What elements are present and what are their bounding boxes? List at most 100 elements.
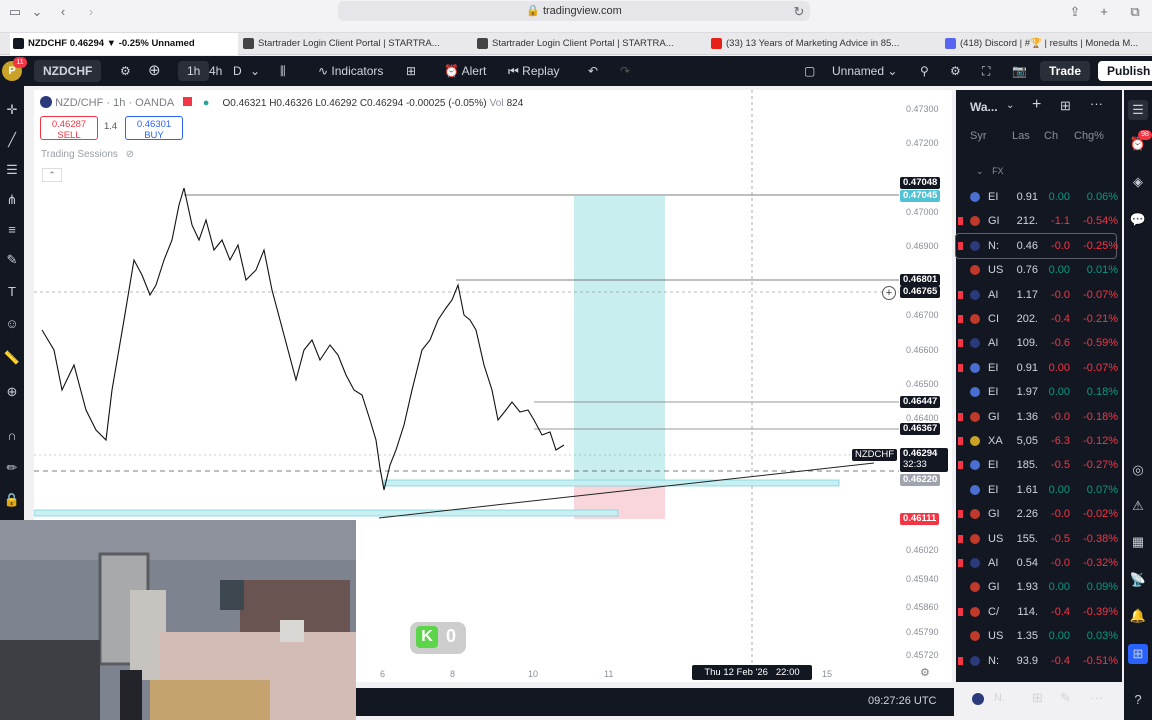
layers-icon[interactable]: ◈ [1128,172,1148,192]
watchlist-row[interactable]: N: 0.46 -0.0 -0.25% [955,232,1118,259]
sidebar-toggle-icon[interactable]: ▭ [4,3,26,21]
sell-button[interactable]: 0.46287 SELL [40,116,98,141]
tab-tradingview[interactable]: NZDCHF 0.46294 ▼ -0.25% Unnamed [10,33,238,55]
layout-name-button[interactable]: Unnamed ⌄ [832,56,897,86]
watchlist-row[interactable]: US 0.76 0.00 0.01% [956,258,1122,282]
chevron-down-icon[interactable]: ⌄ [1006,100,1014,111]
interval-d-button[interactable]: D [224,61,251,81]
interval-dropdown-icon[interactable]: ⌄ [250,56,260,86]
new-tab-icon[interactable]: + [1093,3,1115,21]
demand-zone-2[interactable] [34,509,619,517]
tabs-overview-icon[interactable]: ⧉ [1124,3,1146,21]
chart-settings-icon[interactable]: ⚙ [920,666,930,679]
undo-icon[interactable]: ↶ [588,56,598,86]
broadcast-icon[interactable]: 📡 [1128,570,1148,590]
more-options-icon[interactable]: ··· [1090,96,1103,111]
watchlist-row[interactable]: EI 1.61 0.00 0.07% [956,478,1122,502]
publish-button[interactable]: Publish [1098,61,1152,81]
pitchfork-icon[interactable]: ⋔ [2,190,22,210]
watchlist-row[interactable]: GI 2.26 -0.0 -0.02% [956,502,1122,526]
watchlist-row[interactable]: US 1.35 0.00 0.03% [956,624,1122,648]
symbol-search-button[interactable]: NZDCHF [34,60,102,82]
watchlist-layout-icon[interactable]: ⊞ [1060,98,1071,114]
watchlist-title[interactable]: Wa... [970,100,998,114]
watchlist-row[interactable]: AI 0.54 -0.0 -0.32% [956,551,1122,575]
watchlist-row[interactable]: GI 1.36 -0.0 -0.18% [956,405,1122,429]
reload-icon[interactable]: ↻ [788,3,810,21]
forward-icon[interactable]: › [80,3,102,21]
camera-icon[interactable]: 📷 [1012,56,1027,86]
brush-icon[interactable]: ✎ [2,250,22,270]
chat-icon[interactable]: 💬 [1128,210,1148,230]
fullscreen-icon[interactable]: ⛶ [982,56,990,86]
trendline-icon[interactable]: ╱ [2,130,22,150]
tab-startrader-1[interactable]: Startrader Login Client Portal | STARTRA… [240,33,470,55]
grid-icon[interactable]: ⊞ [1032,690,1043,706]
watchlist-row[interactable]: N: 93.9 -0.4 -0.51% [956,649,1122,673]
emoji-icon[interactable]: ☺ [2,314,22,334]
column-last[interactable]: Las [1012,130,1030,142]
quick-search-icon[interactable]: ⚲ [920,56,929,86]
watchlist-row[interactable]: CI 202. -0.4 -0.21% [956,307,1122,331]
watchlist-row[interactable]: AI 1.17 -0.0 -0.07% [956,283,1122,307]
trading-sessions-indicator[interactable]: Trading Sessions ⊘ [41,149,134,160]
chevron-down-icon[interactable]: ⌄ [26,3,48,21]
target-icon[interactable]: ◎ [1128,460,1148,480]
share-icon[interactable]: ⇪ [1064,3,1086,21]
column-symbol[interactable]: Syr [970,130,987,142]
collapse-legend-icon[interactable]: ⌃ [42,168,62,182]
watchlist-row[interactable]: GI 1.93 0.00 0.09% [956,575,1122,599]
settings-icon[interactable]: ⚙ [950,56,961,86]
tab-youtube[interactable]: (33) 13 Years of Marketing Advice in 85.… [708,33,938,55]
lock-drawings-icon[interactable]: ✏ [2,458,22,478]
watchlist-row[interactable]: EI 0.91 0.00 -0.07% [956,356,1122,380]
redo-icon[interactable]: ↷ [620,56,630,86]
calendar-icon[interactable]: ▦ [1128,532,1148,552]
buy-button[interactable]: 0.46301 BUY [125,116,183,141]
watchlist-row[interactable]: EI 1.97 0.00 0.18% [956,380,1122,404]
candle-style-icon[interactable]: ⫼ [280,56,286,86]
watchlist-row[interactable]: EI 185. -0.5 -0.27% [956,453,1122,477]
fib-retracement-icon[interactable]: ≡ [2,220,22,240]
ideas-icon[interactable]: ⚠ [1128,496,1148,516]
more-options-icon[interactable]: ··· [1090,690,1103,705]
tab-discord[interactable]: (418) Discord | #🏆 | results | Moneda M.… [942,33,1152,55]
tab-startrader-2[interactable]: Startrader Login Client Portal | STARTRA… [474,33,704,55]
watchlist-row[interactable]: GI 212. -1.1 -0.54% [956,209,1122,233]
add-alert-plus-icon[interactable]: + [882,286,896,300]
symbol-legend[interactable]: NZD/CHF · 1h · OANDA ● O0.46321 H0.46326… [40,96,523,109]
watchlist-group[interactable]: ⌄ FX [976,166,1004,177]
watchlist-row[interactable]: AI 109. -0.6 -0.59% [956,331,1122,355]
edit-icon[interactable]: ✎ [1060,690,1071,706]
demand-zone-1[interactable] [383,479,840,487]
watchlist-row[interactable]: US 155. -0.5 -0.38% [956,527,1122,551]
address-bar[interactable]: 🔒 tradingview.com [338,1,810,21]
zoom-in-icon[interactable]: ⊕ [2,382,22,402]
utc-clock[interactable]: 09:27:26 UTC [868,695,936,707]
ruler-icon[interactable]: 📏 [2,348,22,368]
indicators-button[interactable]: ∿ Indicators [318,56,383,86]
watchlist-row[interactable]: EI 0.91 0.00 0.06% [956,185,1122,209]
watchlist-icon[interactable]: ☰ [1128,100,1148,120]
symbol-settings-icon[interactable]: ⚙ [120,56,131,86]
horizontal-lines-icon[interactable]: ☰ [2,160,22,180]
help-icon[interactable]: ? [1128,690,1148,710]
templates-icon[interactable]: ⊞ [406,56,416,86]
notifications-bell-icon[interactable]: 🔔 [1128,606,1148,626]
position-target-zone[interactable] [574,196,665,486]
layout-icon[interactable]: ▢ [804,56,815,86]
watchlist-row[interactable]: C/114. -0.4 -0.39% [956,600,1122,624]
column-change-pct[interactable]: Chg% [1074,130,1104,142]
compare-add-icon[interactable]: ⊕ [148,56,161,86]
column-change[interactable]: Ch [1044,130,1058,142]
apps-grid-icon[interactable]: ⊞ [1128,644,1148,664]
watchlist-row[interactable]: XA 5,05 -6.3 -0.12% [956,429,1122,453]
magnet-icon[interactable]: ∩ [2,426,22,446]
crosshair-icon[interactable]: ✛ [2,100,22,120]
add-symbol-icon[interactable]: + [1032,96,1041,114]
alert-button[interactable]: ⏰ Alert [444,56,486,86]
replay-button[interactable]: ⏮ Replay [508,56,560,86]
footer-symbol[interactable]: N. [994,692,1005,704]
eye-off-icon[interactable]: ⊘ [126,149,134,160]
lock-icon[interactable]: 🔒 [2,490,22,510]
